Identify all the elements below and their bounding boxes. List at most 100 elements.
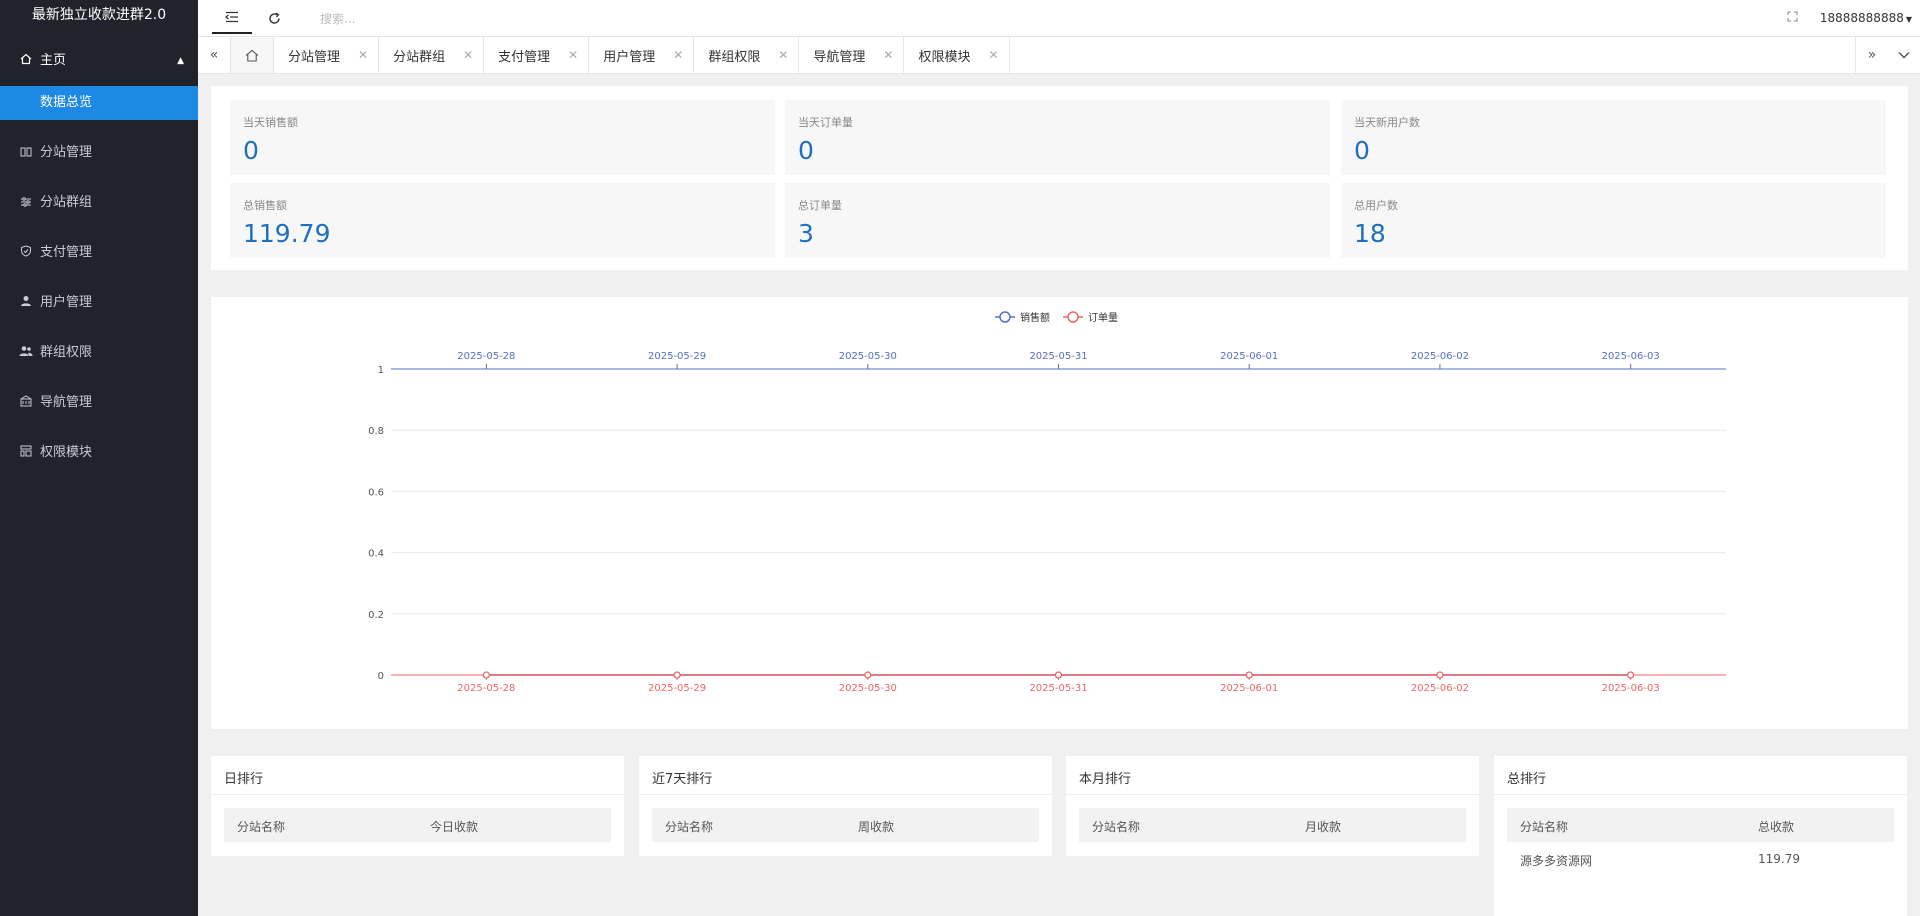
- sidebar-item-label: 主页: [40, 53, 67, 68]
- stat-label: 总订单量: [798, 199, 842, 212]
- ranking-daily: 日排行 分站名称 今日收款: [211, 756, 624, 856]
- sidebar-item-overview[interactable]: 数据总览: [0, 86, 198, 120]
- close-icon[interactable]: ✕: [988, 48, 998, 62]
- x-tick-label: 2025-06-01: [1220, 683, 1278, 694]
- tabs-menu-button[interactable]: [1888, 37, 1920, 73]
- data-point: [1054, 671, 1063, 679]
- close-icon[interactable]: ✕: [463, 48, 473, 62]
- tab-permission-modules[interactable]: 权限模块 ✕: [904, 37, 1010, 73]
- legend-marker: [999, 311, 1011, 323]
- x-tick-label: 2025-06-01: [1220, 351, 1278, 362]
- legend-label: 订单量: [1088, 312, 1118, 324]
- stat-value: 0: [798, 136, 814, 165]
- tab-label: 用户管理: [603, 49, 656, 65]
- tab-payment[interactable]: 支付管理 ✕: [484, 37, 590, 73]
- ranking-total: 总排行 分站名称 总收款 源多多资源网 119.79: [1494, 756, 1907, 916]
- home-icon: [245, 49, 259, 62]
- tabs-bar: « 分站管理 ✕ 分站群组 ✕ 支付管理 ✕ 用户管理 ✕ 群组权限 ✕ 导航管理 ✕ 权限…: [198, 36, 1920, 74]
- tab-navigation[interactable]: 导航管理 ✕: [799, 37, 905, 73]
- tab-home[interactable]: [231, 37, 274, 73]
- sidebar-item-payment[interactable]: 支付管理: [0, 228, 198, 278]
- column-header: 周收款: [858, 820, 895, 834]
- stat-value: 119.79: [243, 219, 331, 248]
- sidebar-item-home[interactable]: 主页 ▲: [0, 36, 198, 86]
- close-icon[interactable]: ✕: [883, 48, 893, 62]
- stat-card-today-new-users: 当天新用户数 0: [1341, 100, 1886, 175]
- x-tick-label: 2025-05-28: [457, 351, 515, 362]
- tab-label: 分站管理: [288, 49, 341, 65]
- sidebar-item-navigation[interactable]: 导航管理: [0, 378, 198, 428]
- modules-icon: [18, 428, 34, 478]
- sidebar-item-label: 分站群组: [40, 195, 93, 210]
- column-header: 分站名称: [237, 820, 286, 834]
- users-icon: [18, 328, 34, 378]
- search-input[interactable]: 搜索...: [320, 10, 620, 27]
- stat-value: 0: [1354, 136, 1370, 165]
- stat-label: 当天新用户数: [1354, 116, 1420, 129]
- y-tick-label: 0: [378, 671, 384, 682]
- stat-card-total-sales: 总销售额 119.79: [230, 183, 775, 258]
- sidebar-item-label: 支付管理: [40, 245, 93, 260]
- data-point: [1626, 671, 1635, 679]
- sidebar-item-group-permissions[interactable]: 群组权限: [0, 328, 198, 378]
- tab-label: 群组权限: [708, 49, 761, 65]
- double-chevron-left-icon: «: [209, 47, 219, 63]
- stat-value: 3: [798, 219, 814, 248]
- data-point: [482, 671, 491, 679]
- data-point: [1245, 671, 1253, 679]
- tab-label: 导航管理: [813, 49, 866, 65]
- menu-toggle-button[interactable]: [212, 2, 252, 34]
- user-icon: [18, 278, 34, 328]
- table-header: 分站名称 总收款: [1507, 808, 1894, 842]
- fullscreen-icon: [1787, 11, 1798, 22]
- tabs-scroll-left-button[interactable]: «: [198, 37, 231, 73]
- close-icon[interactable]: ✕: [673, 48, 683, 62]
- tab-substations[interactable]: 分站管理 ✕: [274, 37, 380, 73]
- sidebar: 最新独立收款进群2.0 主页 ▲ 数据总览 分站管理 分站群组 支付管理 用户管…: [0, 0, 198, 916]
- tab-group-permissions[interactable]: 群组权限 ✕: [694, 37, 800, 73]
- sidebar-item-groups[interactable]: 分站群组: [0, 178, 198, 228]
- sliders-icon: [18, 178, 34, 228]
- ranking-title: 本月排行: [1079, 772, 1132, 787]
- user-menu[interactable]: 18888888888 ▼: [1808, 11, 1920, 25]
- table-header: 分站名称 周收款: [652, 808, 1039, 842]
- data-point: [1436, 671, 1444, 679]
- tabs-scroll-right-button[interactable]: »: [1855, 37, 1888, 73]
- tab-label: 权限模块: [918, 49, 971, 65]
- sidebar-item-permission-modules[interactable]: 权限模块: [0, 428, 198, 478]
- table-header: 分站名称 月收款: [1079, 808, 1466, 842]
- ranking-title: 近7天排行: [652, 772, 713, 787]
- stat-label: 当天订单量: [798, 116, 853, 129]
- close-icon[interactable]: ✕: [778, 48, 788, 62]
- chevron-up-icon: ▲: [177, 56, 184, 66]
- bank-icon: [18, 378, 34, 428]
- y-tick-label: 0.8: [368, 426, 384, 437]
- stat-label: 当天销售额: [243, 116, 298, 129]
- tab-users[interactable]: 用户管理 ✕: [589, 37, 695, 73]
- close-icon[interactable]: ✕: [358, 48, 368, 62]
- stat-label: 总用户数: [1354, 199, 1398, 212]
- x-tick-label: 2025-06-02: [1411, 683, 1469, 694]
- fullscreen-button[interactable]: [1778, 11, 1808, 25]
- x-tick-label: 2025-05-29: [648, 351, 706, 362]
- column-header: 分站名称: [665, 820, 714, 834]
- x-tick-label: 2025-05-28: [457, 683, 515, 694]
- sidebar-item-substations[interactable]: 分站管理: [0, 128, 198, 178]
- sidebar-item-label: 群组权限: [40, 345, 93, 360]
- y-tick-label: 1: [378, 365, 384, 376]
- y-tick-label: 0.6: [368, 487, 384, 498]
- columns-icon: [18, 128, 34, 178]
- refresh-icon: [268, 11, 280, 24]
- close-icon[interactable]: ✕: [568, 48, 578, 62]
- stats-panel: 当天销售额 0 当天订单量 0 当天新用户数 0 总销售额 119.79 总订单…: [211, 86, 1908, 270]
- tab-groups[interactable]: 分站群组 ✕: [379, 37, 485, 73]
- x-tick-label: 2025-06-03: [1602, 683, 1660, 694]
- brand-title: 最新独立收款进群2.0: [31, 7, 167, 23]
- ranking-title: 总排行: [1507, 772, 1547, 787]
- ranking-title: 日排行: [224, 772, 264, 787]
- stat-label: 总销售额: [243, 199, 287, 212]
- x-tick-label: 2025-05-31: [1029, 683, 1087, 694]
- sidebar-item-users[interactable]: 用户管理: [0, 278, 198, 328]
- column-header: 今日收款: [430, 820, 479, 834]
- refresh-button[interactable]: [252, 3, 296, 33]
